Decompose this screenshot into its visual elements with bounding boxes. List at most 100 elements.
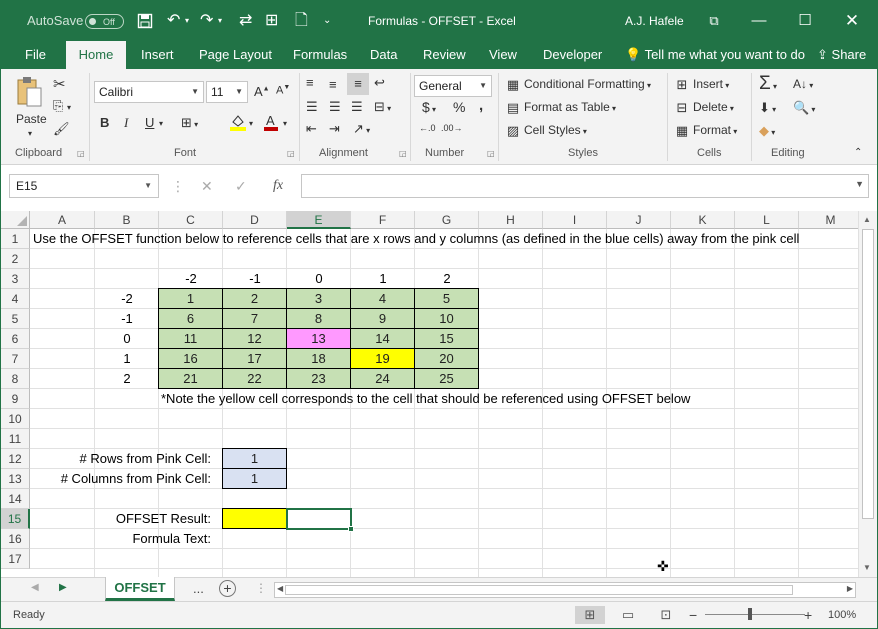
col-offset-cell[interactable]: 0 [287, 269, 351, 289]
value-cell[interactable]: 23 [286, 368, 351, 389]
row-header[interactable]: 17 [1, 549, 30, 569]
font-name-select[interactable]: Calibri ▼ [94, 81, 204, 103]
row-offset-cell[interactable]: 2 [95, 369, 159, 389]
minimize-icon[interactable]: — [736, 1, 782, 41]
select-all-button[interactable] [1, 211, 30, 229]
scroll-down-icon[interactable]: ▼ [863, 563, 871, 572]
bold-button[interactable]: B [100, 115, 109, 130]
clipboard-launcher-icon[interactable]: ◲ [77, 149, 85, 158]
italic-button[interactable]: I [124, 115, 128, 131]
undo-icon[interactable]: ↶ [167, 1, 180, 41]
column-header[interactable]: B [95, 211, 159, 229]
increase-font-icon[interactable]: A▲ [254, 84, 270, 99]
align-top-icon[interactable]: ≡ [306, 75, 314, 90]
note-text[interactable]: *Note the yellow cell corresponds to the… [161, 389, 690, 409]
columns-label[interactable]: # Columns from Pink Cell: [31, 469, 215, 489]
column-header[interactable]: G [415, 211, 479, 229]
share-button[interactable]: ⇪ Share [813, 41, 870, 69]
more-sheets-button[interactable]: ... [193, 581, 204, 596]
more-options-icon[interactable]: ⋮ [171, 174, 185, 198]
tab-view[interactable]: View [485, 41, 521, 69]
value-cell[interactable]: 6 [158, 308, 223, 329]
value-cell[interactable]: 12 [222, 328, 287, 349]
rows-input-cell[interactable]: 1 [222, 448, 287, 469]
save-icon[interactable] [137, 1, 153, 41]
user-name[interactable]: A.J. Hafele [625, 1, 684, 41]
value-cell[interactable]: 25 [414, 368, 479, 389]
row-header[interactable]: 12 [1, 449, 30, 469]
row-header[interactable]: 7 [1, 349, 30, 369]
format-as-table-button[interactable]: ▤ Format as Table ▾ [505, 100, 616, 116]
tab-home[interactable]: Home [66, 41, 126, 71]
decrease-decimal-icon[interactable]: .00→ [441, 123, 463, 133]
number-format-select[interactable]: General ▼ [414, 75, 492, 97]
zoom-slider-knob[interactable] [748, 608, 752, 620]
column-header[interactable]: F [351, 211, 415, 229]
clear-icon[interactable]: ◆ ▾ [759, 123, 775, 139]
tab-developer[interactable]: Developer [539, 41, 606, 69]
sheet-tab-offset[interactable]: OFFSET [105, 577, 175, 601]
column-header[interactable]: K [671, 211, 735, 229]
font-color-icon[interactable]: A [263, 113, 279, 134]
fill-icon[interactable]: ⬇ ▾ [759, 100, 776, 116]
pink-cell[interactable]: 13 [286, 328, 351, 349]
tab-splitter-icon[interactable]: ⋮ [255, 581, 267, 595]
zoom-out-icon[interactable]: − [689, 602, 697, 628]
cut-icon[interactable]: ✂ [53, 75, 66, 93]
value-cell[interactable]: 1 [158, 288, 223, 309]
delete-cells-button[interactable]: ⊟ Delete ▾ [674, 100, 734, 116]
currency-button[interactable]: $ ▾ [422, 99, 436, 115]
row-offset-cell[interactable]: 1 [95, 349, 159, 369]
column-header[interactable]: I [543, 211, 607, 229]
align-left-icon[interactable]: ☰ [306, 99, 318, 115]
undo-dropdown-icon[interactable]: ▾ [185, 1, 189, 41]
zoom-slider[interactable] [705, 614, 805, 615]
borders-icon[interactable]: ⊞ ▾ [181, 115, 198, 131]
column-header[interactable]: J [607, 211, 671, 229]
offset-result-cell[interactable] [222, 508, 287, 529]
next-sheet-icon[interactable]: ▶ [59, 582, 67, 593]
autosum-icon[interactable]: Σ ▾ [759, 73, 777, 95]
value-cell[interactable]: 18 [286, 348, 351, 369]
conditional-formatting-button[interactable]: ▦ Conditional Formatting ▾ [505, 77, 651, 93]
row-offset-cell[interactable]: -2 [95, 289, 159, 309]
tab-insert[interactable]: Insert [137, 41, 178, 69]
zoom-level[interactable]: 100% [828, 602, 856, 628]
format-cells-button[interactable]: ▦ Format ▾ [674, 123, 737, 139]
value-cell[interactable]: 24 [350, 368, 415, 389]
col-offset-cell[interactable]: 2 [415, 269, 479, 289]
vertical-scrollbar[interactable]: ▲ ▼ [858, 211, 877, 577]
value-cell[interactable]: 17 [222, 348, 287, 369]
row-offset-cell[interactable]: -1 [95, 309, 159, 329]
conditional-icon[interactable]: ⇄ [239, 1, 252, 41]
page-break-view-icon[interactable]: ⊡ [651, 606, 681, 624]
grid-icon[interactable]: ⊞ [265, 1, 278, 41]
print-preview-icon[interactable]: 🗋 [295, 1, 308, 41]
row-header[interactable]: 6 [1, 329, 30, 349]
decrease-font-icon[interactable]: A▼ [276, 84, 290, 97]
value-cell[interactable]: 7 [222, 308, 287, 329]
col-offset-cell[interactable]: -1 [223, 269, 287, 289]
paste-icon[interactable] [15, 75, 47, 111]
row-header[interactable]: 4 [1, 289, 30, 309]
tab-data[interactable]: Data [366, 41, 401, 69]
alignment-launcher-icon[interactable]: ◲ [399, 149, 407, 158]
name-box[interactable]: E15 ▼ [9, 174, 159, 198]
value-cell[interactable]: 14 [350, 328, 415, 349]
tab-file[interactable]: File [21, 41, 50, 69]
value-cell[interactable]: 21 [158, 368, 223, 389]
tab-page-layout[interactable]: Page Layout [195, 41, 276, 69]
copy-icon[interactable]: ⎘ ▾ [53, 98, 71, 114]
value-cell[interactable]: 15 [414, 328, 479, 349]
decrease-indent-icon[interactable]: ⇤ [306, 121, 317, 137]
fill-handle[interactable] [348, 526, 354, 532]
row-header[interactable]: 2 [1, 249, 30, 269]
row-header[interactable]: 13 [1, 469, 30, 489]
value-cell[interactable]: 2 [222, 288, 287, 309]
font-size-select[interactable]: 11 ▼ [206, 81, 248, 103]
align-center-icon[interactable]: ☰ [329, 99, 341, 115]
percent-button[interactable]: % [453, 99, 465, 115]
align-bottom-icon[interactable]: ≡ [347, 73, 369, 95]
formula-text-label[interactable]: Formula Text: [31, 529, 215, 549]
column-header[interactable]: D [223, 211, 287, 229]
